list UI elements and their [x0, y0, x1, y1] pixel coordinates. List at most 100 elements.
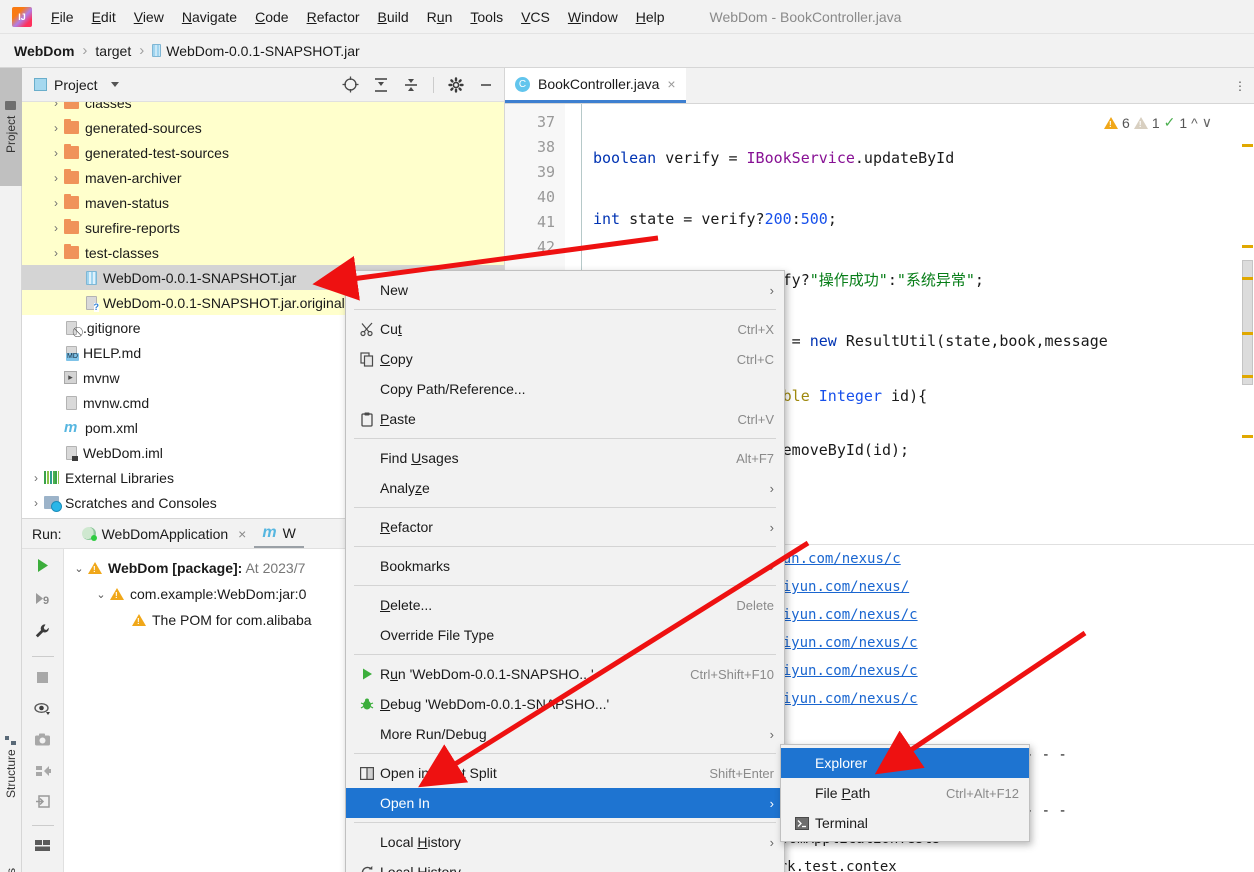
- export-icon[interactable]: [34, 763, 51, 781]
- module-icon: [66, 445, 78, 461]
- eye-icon[interactable]: [34, 701, 51, 719]
- menu-file[interactable]: File: [42, 6, 83, 28]
- menu-item-open-in[interactable]: Open In ›: [346, 788, 784, 818]
- stripe-mark[interactable]: [1242, 245, 1253, 248]
- breadcrumb: WebDom › target › WebDom-0.0.1-SNAPSHOT.…: [0, 34, 1254, 68]
- menu-build[interactable]: Build: [369, 6, 418, 28]
- tree-item[interactable]: › test-classes: [22, 240, 504, 265]
- tree-item[interactable]: › classes: [22, 102, 504, 115]
- close-icon[interactable]: ×: [238, 526, 246, 542]
- submenu-item-explorer[interactable]: Explorer: [781, 748, 1029, 778]
- tree-item[interactable]: › surefire-reports: [22, 215, 504, 240]
- chevron-right-icon[interactable]: ›: [48, 171, 64, 185]
- run-icon[interactable]: [34, 557, 51, 577]
- menu-window[interactable]: Window: [559, 6, 627, 28]
- chevron-right-icon[interactable]: ›: [48, 246, 64, 260]
- chevron-right-icon[interactable]: ›: [48, 102, 64, 110]
- tree-item[interactable]: › generated-sources: [22, 115, 504, 140]
- menu-item-delete[interactable]: Delete... Delete: [346, 590, 784, 620]
- menu-item-cut[interactable]: Cut Ctrl+X: [346, 314, 784, 344]
- chevron-down-icon[interactable]: [110, 82, 119, 87]
- tree-item[interactable]: › maven-archiver: [22, 165, 504, 190]
- menu-item-reload-from-disk[interactable]: Local History: [346, 857, 784, 872]
- tree-item[interactable]: › generated-test-sources: [22, 140, 504, 165]
- menu-refactor[interactable]: Refactor: [298, 6, 369, 28]
- chevron-right-icon[interactable]: ›: [48, 121, 64, 135]
- menu-item-analyze[interactable]: Analyze ›: [346, 473, 784, 503]
- breadcrumb-file[interactable]: WebDom-0.0.1-SNAPSHOT.jar: [166, 43, 359, 59]
- run-icon: [354, 667, 380, 681]
- menu-code[interactable]: Code: [246, 6, 297, 28]
- breadcrumb-folder[interactable]: target: [95, 43, 131, 59]
- locate-icon[interactable]: [342, 76, 359, 93]
- editor-options-icon[interactable]: ⋮: [1234, 80, 1254, 92]
- sidebar-tab-structure[interactable]: Structure: [0, 708, 22, 826]
- import-icon[interactable]: [35, 794, 51, 812]
- stripe-mark[interactable]: [1242, 435, 1253, 438]
- next-problem-icon[interactable]: ∨: [1202, 114, 1212, 131]
- stripe-mark[interactable]: [1242, 277, 1253, 280]
- chevron-right-icon[interactable]: ›: [28, 496, 44, 510]
- run-tab-webdomapplication[interactable]: WebDomApplication ×: [74, 522, 255, 546]
- stripe-mark[interactable]: [1242, 144, 1253, 147]
- run-tab-maven[interactable]: m W: [254, 520, 304, 548]
- chevron-down-icon[interactable]: ⌄: [92, 588, 110, 601]
- menu-vcs[interactable]: VCS: [512, 6, 559, 28]
- expand-all-icon[interactable]: [373, 77, 389, 93]
- menu-item-open-in-right-split[interactable]: Open in Right Split Shift+Enter: [346, 758, 784, 788]
- wrench-icon[interactable]: [34, 623, 51, 643]
- chevron-down-icon[interactable]: ⌄: [70, 562, 88, 575]
- menu-item-paste[interactable]: Paste Ctrl+V: [346, 404, 784, 434]
- menu-item-find-usages[interactable]: Find Usages Alt+F7: [346, 443, 784, 473]
- prev-problem-icon[interactable]: ^: [1191, 115, 1198, 131]
- submenu-item-file-path[interactable]: File Path Ctrl+Alt+F12: [781, 778, 1029, 808]
- submenu-item-terminal[interactable]: Terminal: [781, 808, 1029, 838]
- error-stripe[interactable]: [1240, 140, 1254, 544]
- chevron-right-icon: ›: [769, 726, 774, 742]
- menu-help[interactable]: Help: [627, 6, 674, 28]
- chevron-right-icon[interactable]: ›: [48, 196, 64, 210]
- rerun-icon[interactable]: 9: [34, 590, 51, 610]
- menu-run[interactable]: Run: [418, 6, 462, 28]
- editor-tab-bookcontroller[interactable]: C BookController.java ×: [505, 68, 686, 103]
- camera-icon[interactable]: [34, 732, 51, 750]
- menu-item-local-history[interactable]: Local History ›: [346, 827, 784, 857]
- maven-icon: m: [262, 523, 277, 541]
- menu-item-new[interactable]: New ›: [346, 275, 784, 305]
- menu-view[interactable]: View: [125, 6, 173, 28]
- inspection-widget[interactable]: 6 1 ✓ 1 ^ ∨: [1104, 114, 1212, 131]
- menu-item-override-file-type[interactable]: Override File Type: [346, 620, 784, 650]
- menu-item-run-jar[interactable]: Run 'WebDom-0.0.1-SNAPSHO...' Ctrl+Shift…: [346, 659, 784, 689]
- sidebar-tab-project[interactable]: Project: [0, 68, 22, 186]
- menu-item-more-run-debug[interactable]: More Run/Debug ›: [346, 719, 784, 749]
- stripe-mark[interactable]: [1242, 375, 1253, 378]
- menu-tools[interactable]: Tools: [461, 6, 512, 28]
- menu-item-label: Paste: [380, 411, 416, 427]
- context-menu[interactable]: New › Cut Ctrl+X Copy Ctrl+C Copy Path/R…: [345, 270, 785, 872]
- sidebar-tab-bottom[interactable]: cs: [0, 848, 22, 872]
- gear-icon[interactable]: [448, 76, 464, 93]
- menu-item-copy-path-reference[interactable]: Copy Path/Reference...: [346, 374, 784, 404]
- tree-item-label: generated-sources: [85, 119, 202, 136]
- chevron-right-icon[interactable]: ›: [48, 146, 64, 160]
- collapse-all-icon[interactable]: [403, 77, 419, 93]
- layout-icon[interactable]: [34, 839, 51, 855]
- menu-navigate[interactable]: Navigate: [173, 6, 246, 28]
- chevron-right-icon[interactable]: ›: [48, 221, 64, 235]
- open-in-submenu[interactable]: Explorer File Path Ctrl+Alt+F12 Terminal: [780, 744, 1030, 842]
- stripe-mark[interactable]: [1242, 332, 1253, 335]
- tree-item[interactable]: › maven-status: [22, 190, 504, 215]
- warning-icon: [110, 588, 124, 600]
- menu-edit[interactable]: Edit: [83, 6, 125, 28]
- menu-item-copy[interactable]: Copy Ctrl+C: [346, 344, 784, 374]
- menu-item-refactor[interactable]: Refactor ›: [346, 512, 784, 542]
- project-panel-title-group[interactable]: Project: [34, 77, 119, 93]
- menu-item-bookmarks[interactable]: Bookmarks ›: [346, 551, 784, 581]
- close-icon[interactable]: ×: [667, 76, 675, 92]
- menu-item-shortcut: Shift+Enter: [709, 765, 774, 781]
- breadcrumb-project[interactable]: WebDom: [14, 43, 74, 59]
- menu-item-debug-jar[interactable]: Debug 'WebDom-0.0.1-SNAPSHO...': [346, 689, 784, 719]
- chevron-right-icon[interactable]: ›: [28, 471, 44, 485]
- run-tree-item-label: WebDom [package]: At 2023/7: [108, 560, 306, 576]
- minimize-icon[interactable]: [478, 77, 494, 93]
